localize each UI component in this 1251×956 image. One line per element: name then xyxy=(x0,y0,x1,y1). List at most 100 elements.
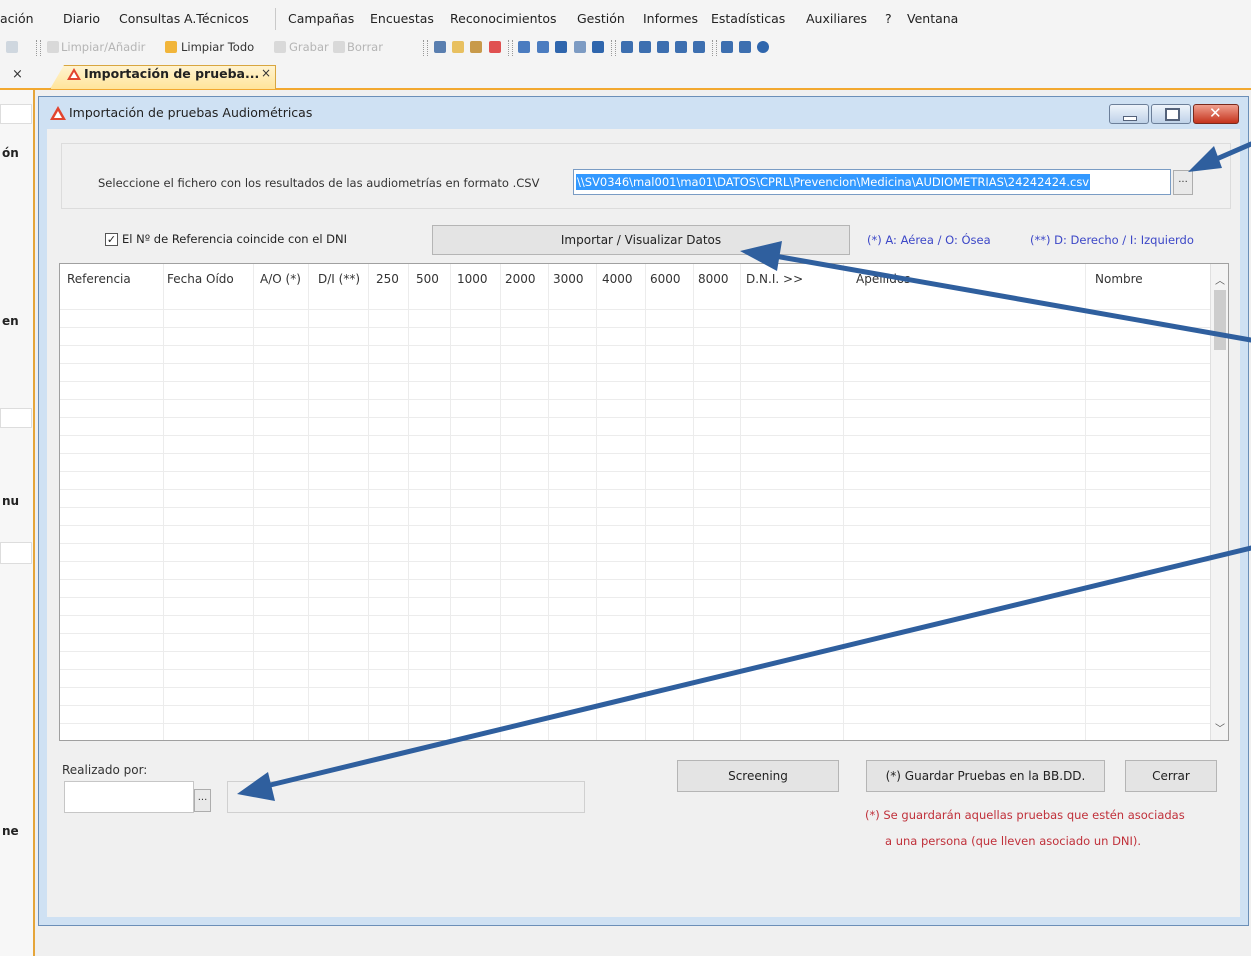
menu-item-informes[interactable]: Informes xyxy=(643,11,698,26)
menu-item-help[interactable]: ? xyxy=(885,11,892,26)
grabar-button[interactable]: Grabar xyxy=(289,40,329,54)
column-header-fecha-oido[interactable]: Fecha Oído xyxy=(167,272,234,286)
warning-icon[interactable] xyxy=(592,41,604,53)
settings-icon[interactable] xyxy=(621,41,633,53)
column-header-1000[interactable]: 1000 xyxy=(457,272,488,286)
column-header-di[interactable]: D/I (**) xyxy=(318,272,360,286)
grid-column-line xyxy=(500,264,501,740)
menu-item-configuracion[interactable]: ación xyxy=(0,11,34,26)
calendar-icon[interactable] xyxy=(555,41,567,53)
import-visualize-button[interactable]: Importar / Visualizar Datos xyxy=(432,225,850,255)
menu-item-atecnicos[interactable]: A.Técnicos xyxy=(184,11,249,26)
search-icon[interactable] xyxy=(6,41,18,53)
results-grid[interactable]: Referencia Fecha Oído A/O (*) D/I (**) 2… xyxy=(59,263,1229,741)
grid-body xyxy=(60,292,1210,740)
grid-column-line xyxy=(450,264,451,740)
toolbar-grip xyxy=(712,40,717,56)
close-x-icon: ✕ xyxy=(1209,104,1222,122)
copy-icon[interactable] xyxy=(452,41,464,53)
grid-header: Referencia Fecha Oído A/O (*) D/I (**) 2… xyxy=(60,264,1210,292)
toolbar-grip xyxy=(36,40,41,56)
file-browse-button[interactable]: ... xyxy=(1173,170,1193,195)
grid-column-line xyxy=(596,264,597,740)
grid-column-line xyxy=(408,264,409,740)
menu-item-estadisticas[interactable]: Estadísticas xyxy=(711,11,785,26)
sidebar-item-fragment[interactable]: en xyxy=(2,314,19,328)
column-header-dni[interactable]: D.N.I. >> xyxy=(746,272,803,286)
info-icon[interactable] xyxy=(757,41,769,53)
column-header-apellidos[interactable]: Apellidos xyxy=(856,272,910,286)
grid-column-line xyxy=(308,264,309,740)
minimize-icon xyxy=(1123,116,1137,121)
file-path-input[interactable]: \\SV0346\mal001\ma01\DATOS\CPRL\Prevenci… xyxy=(573,169,1171,195)
maximize-icon xyxy=(1165,108,1180,121)
toolbar-grip xyxy=(508,40,513,56)
dni-checkbox[interactable]: ✓ xyxy=(105,233,118,246)
scroll-up-icon[interactable]: ︿ xyxy=(1215,272,1225,287)
minimize-button[interactable] xyxy=(1109,104,1149,124)
column-header-250[interactable]: 250 xyxy=(376,272,399,286)
menu-item-auxiliares[interactable]: Auxiliares xyxy=(806,11,867,26)
list-icon[interactable] xyxy=(574,41,586,53)
menu-item-consultas[interactable]: Consultas xyxy=(119,11,180,26)
sidebar-item-fragment[interactable]: ne xyxy=(2,824,19,838)
realizado-por-input[interactable] xyxy=(64,781,194,813)
menu-item-gestion[interactable]: Gestión xyxy=(577,11,625,26)
panel-close-icon[interactable]: × xyxy=(12,67,23,82)
screening-button[interactable]: Screening xyxy=(677,760,839,792)
limpiar-anadir-button[interactable]: Limpiar/Añadir xyxy=(61,40,145,54)
save-note-line-2: a una persona (que lleven asociado un DN… xyxy=(885,834,1142,848)
location-icon[interactable] xyxy=(518,41,530,53)
grid-column-line xyxy=(163,264,164,740)
grid-scrollbar[interactable]: ︿ ﹀ xyxy=(1210,264,1228,740)
column-header-8000[interactable]: 8000 xyxy=(698,272,729,286)
column-header-nombre[interactable]: Nombre xyxy=(1095,272,1143,286)
file-label: Seleccione el fichero con los resultados… xyxy=(98,176,540,190)
remove-icon[interactable] xyxy=(489,41,501,53)
column-header-6000[interactable]: 6000 xyxy=(650,272,681,286)
column-header-500[interactable]: 500 xyxy=(416,272,439,286)
send-icon[interactable] xyxy=(639,41,651,53)
sidebar-item-fragment[interactable]: ón xyxy=(2,146,19,160)
clear-all-icon xyxy=(165,41,177,53)
column-header-ao[interactable]: A/O (*) xyxy=(260,272,301,286)
menu-item-diario[interactable]: Diario xyxy=(63,11,100,26)
dialog-title: Importación de pruebas Audiométricas xyxy=(69,105,313,120)
grid-column-line xyxy=(1085,264,1086,740)
scroll-down-icon[interactable]: ﹀ xyxy=(1215,720,1225,735)
limpiar-todo-button[interactable]: Limpiar Todo xyxy=(181,40,254,54)
clock-icon[interactable] xyxy=(657,41,669,53)
menu-item-encuestas[interactable]: Encuestas xyxy=(370,11,434,26)
window-close-button[interactable]: ✕ xyxy=(1193,104,1239,124)
close-button[interactable]: Cerrar xyxy=(1125,760,1217,792)
maximize-button[interactable] xyxy=(1151,104,1191,124)
close-icon[interactable]: × xyxy=(261,66,271,80)
legend-note-ao: (*) A: Aérea / O: Ósea xyxy=(867,233,991,247)
column-header-referencia[interactable]: Referencia xyxy=(67,272,131,286)
realizado-por-label: Realizado por: xyxy=(62,763,148,777)
import-dialog: Importación de pruebas Audiométricas ✕ S… xyxy=(38,96,1249,926)
document-icon[interactable] xyxy=(537,41,549,53)
network-icon[interactable] xyxy=(721,41,733,53)
column-header-3000[interactable]: 3000 xyxy=(553,272,584,286)
realizado-por-browse-button[interactable]: ... xyxy=(194,789,211,812)
save-tests-button[interactable]: (*) Guardar Pruebas en la BB.DD. xyxy=(866,760,1105,792)
column-header-2000[interactable]: 2000 xyxy=(505,272,536,286)
grid-column-line xyxy=(740,264,741,740)
globe-icon[interactable] xyxy=(739,41,751,53)
cut-icon[interactable] xyxy=(434,41,446,53)
sidebar-item-fragment[interactable]: nu xyxy=(2,494,19,508)
dialog-client-area: Seleccione el fichero con los resultados… xyxy=(47,129,1240,917)
scrollbar-thumb[interactable] xyxy=(1214,290,1226,350)
menu-item-campanas[interactable]: Campañas xyxy=(288,11,354,26)
tool-icon[interactable] xyxy=(693,41,705,53)
column-header-4000[interactable]: 4000 xyxy=(602,272,633,286)
side-panel: ón en nu s ne xyxy=(0,90,34,956)
heart-icon[interactable] xyxy=(675,41,687,53)
sidebar-field xyxy=(0,104,32,124)
paste-icon[interactable] xyxy=(470,41,482,53)
menu-item-ventana[interactable]: Ventana xyxy=(907,11,958,26)
borrar-button[interactable]: Borrar xyxy=(347,40,383,54)
menu-item-reconocimientos[interactable]: Reconocimientos xyxy=(450,11,557,26)
app-logo-icon xyxy=(50,106,66,120)
